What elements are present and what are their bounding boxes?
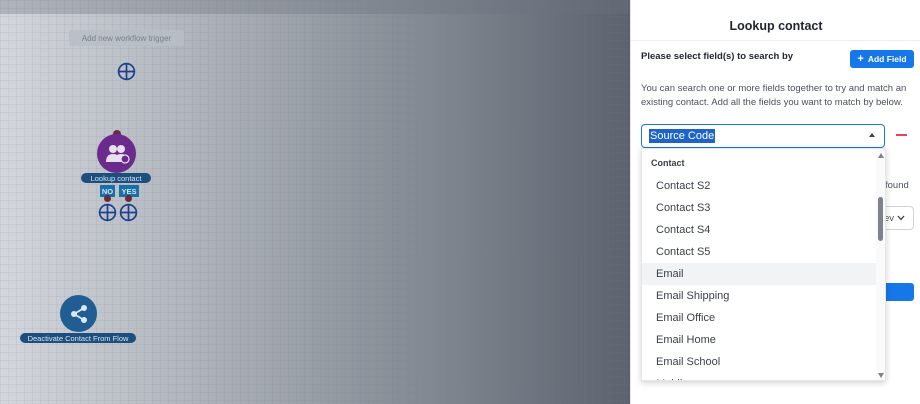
remove-field-icon[interactable]	[896, 134, 907, 136]
dropdown-item[interactable]: Email School	[642, 351, 876, 373]
dropdown-item[interactable]: Contact S5	[642, 241, 876, 263]
dropdown-item[interactable]: Contact S2	[642, 175, 876, 197]
lookup-contact-label: Lookup contact	[81, 173, 151, 183]
dropdown-item[interactable]: Email Shipping	[642, 285, 876, 307]
yes-branch-dot[interactable]	[125, 195, 132, 202]
add-field-button[interactable]: + Add Field	[850, 50, 914, 68]
caret-up-icon	[869, 133, 875, 137]
scroll-down-icon[interactable]	[878, 373, 884, 378]
deactivate-contact-label: Deactivate Contact From Flow	[20, 333, 136, 343]
add-step-no-icon[interactable]	[98, 203, 117, 222]
panel-title: Lookup contact	[729, 19, 823, 33]
workflow-canvas[interactable]: Add new workflow trigger Lookup contact …	[0, 0, 630, 404]
field-select-value: Source Code	[649, 129, 716, 143]
add-workflow-trigger-button[interactable]: Add new workflow trigger	[69, 30, 184, 46]
dropdown-item[interactable]: Email Office	[642, 307, 876, 329]
plus-icon: +	[857, 52, 864, 65]
no-branch-dot[interactable]	[104, 195, 111, 202]
people-icon	[105, 144, 130, 164]
canvas-top-shadow	[0, 0, 630, 14]
dropdown-item[interactable]: Email	[642, 263, 876, 285]
share-icon	[70, 304, 87, 323]
field-dropdown[interactable]: Contact Contact S2 Contact S3 Contact S4…	[641, 148, 886, 381]
select-fields-label: Please select field(s) to search by	[641, 51, 794, 62]
dropdown-item[interactable]: Email Home	[642, 329, 876, 351]
panel-divider	[631, 40, 920, 41]
help-text: You can search one or more fields togeth…	[641, 83, 907, 108]
dropdown-item[interactable]: Contact S4	[642, 219, 876, 241]
scroll-up-icon[interactable]	[878, 153, 884, 158]
dropdown-group-label: Contact	[651, 158, 685, 168]
not-found-text-fragment: found	[885, 180, 909, 191]
chevron-down-icon	[897, 215, 905, 221]
dropdown-item[interactable]: Contact S3	[642, 197, 876, 219]
add-step-yes-icon[interactable]	[119, 203, 138, 222]
dropdown-item[interactable]: Mobile	[642, 373, 876, 380]
field-select[interactable]: Source Code	[641, 124, 885, 148]
lookup-contact-node[interactable]	[97, 134, 136, 173]
add-step-icon[interactable]	[117, 62, 136, 81]
scrollbar-thumb[interactable]	[878, 197, 883, 241]
deactivate-contact-node[interactable]	[60, 295, 97, 332]
add-field-button-label: Add Field	[867, 54, 907, 64]
lookup-contact-panel: Lookup contact Please select field(s) to…	[630, 0, 920, 404]
dropdown-scrollbar[interactable]	[876, 149, 885, 380]
